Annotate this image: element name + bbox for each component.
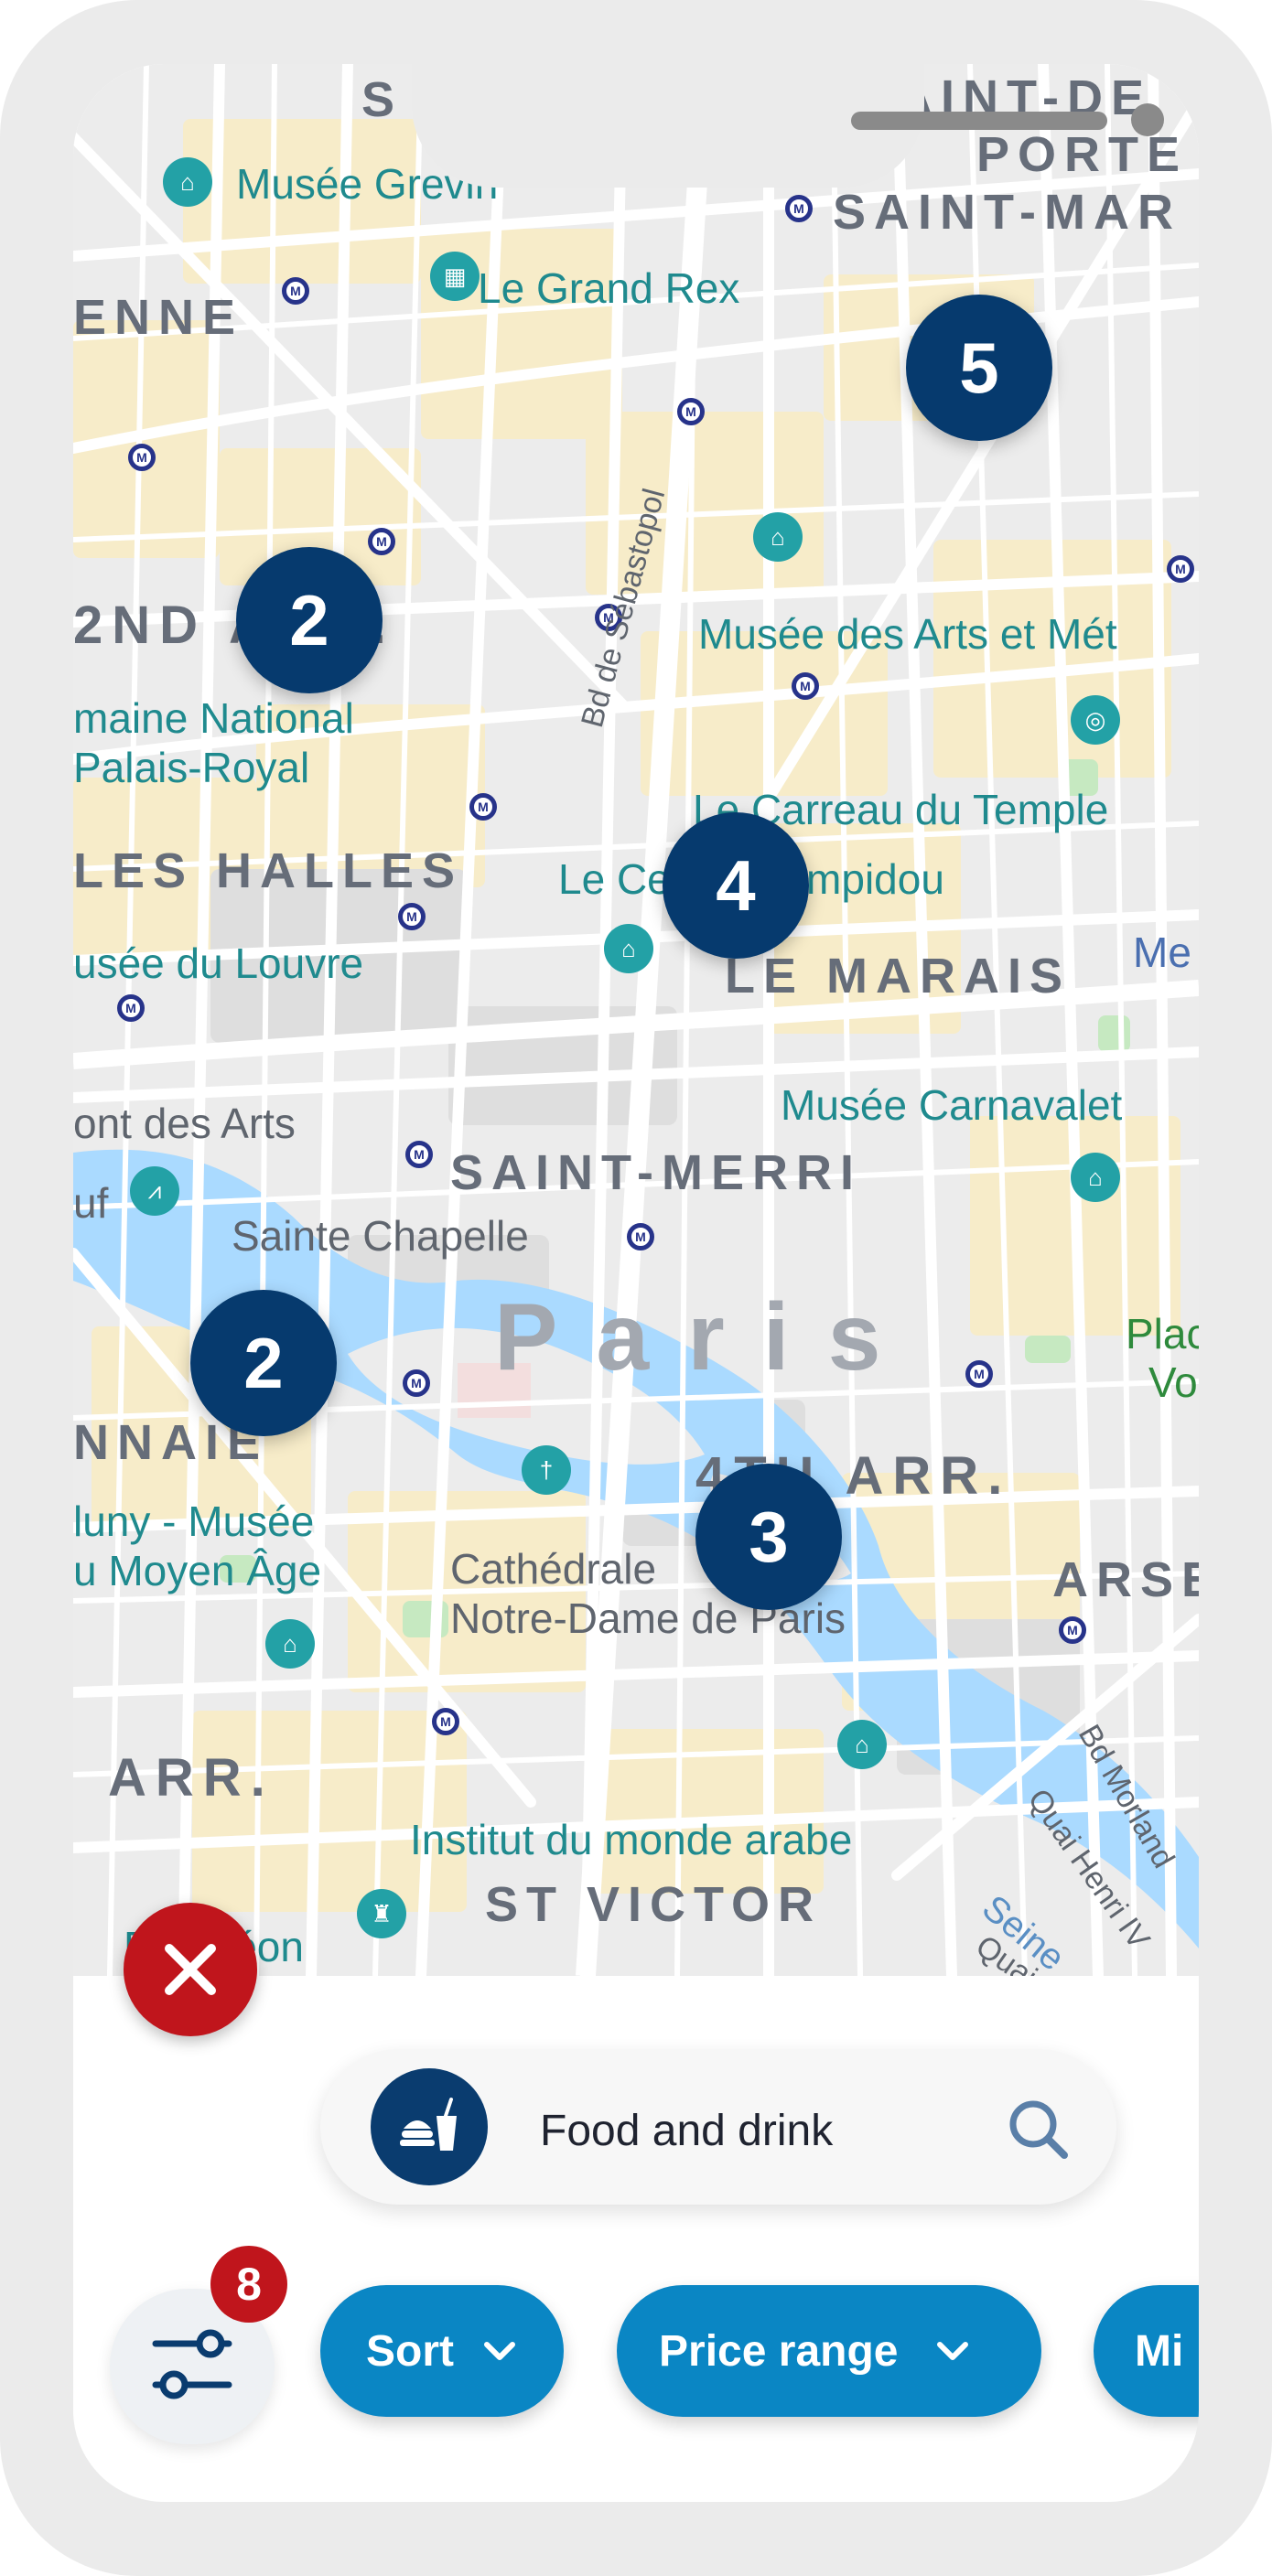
district-label: ENNE — [73, 290, 244, 345]
poi-label[interactable]: Institut du monde arabe — [410, 1819, 852, 1861]
phone-frame: ⌂ ▦ ⌂ ◎ ⌂ ⌂ ⩘ † ⌂ ⌂ ♜ M M M M M M M M M … — [0, 0, 1272, 2576]
sort-chip[interactable]: Sort — [320, 2285, 564, 2417]
metro-icon[interactable]: M — [282, 277, 309, 305]
map-cluster-marker[interactable]: 2 — [236, 547, 383, 693]
poi-label[interactable]: Sainte Chapelle — [232, 1215, 529, 1257]
metro-icon[interactable]: M — [117, 994, 145, 1022]
close-icon — [165, 1944, 216, 1995]
chip-label: Sort — [366, 2326, 454, 2376]
poi-label[interactable]: Vo — [1148, 1361, 1198, 1403]
map-cluster-marker[interactable]: 5 — [906, 295, 1052, 441]
metro-icon[interactable]: M — [785, 195, 813, 222]
filter-count-badge: 8 — [210, 2246, 287, 2323]
metro-icon[interactable]: M — [677, 398, 705, 425]
poi-label[interactable]: Musée Carnavalet — [781, 1084, 1122, 1126]
phone-screen: ⌂ ▦ ⌂ ◎ ⌂ ⌂ ⩘ † ⌂ ⌂ ♜ M M M M M M M M M … — [73, 64, 1199, 2502]
monument-icon[interactable]: ♜ — [357, 1889, 406, 1938]
museum-icon[interactable]: ⌂ — [604, 924, 653, 973]
food-drink-icon — [371, 2068, 488, 2185]
district-label: SAINT-MAR — [833, 185, 1181, 240]
metro-icon[interactable]: M — [965, 1360, 993, 1388]
metro-icon[interactable]: M — [792, 672, 819, 700]
poi-label[interactable]: Le Grand Rex — [478, 267, 739, 309]
city-label: Paris — [494, 1284, 920, 1390]
phone-notch — [412, 64, 1164, 188]
price-range-chip[interactable]: Price range — [617, 2285, 1041, 2417]
map-cluster-marker[interactable]: 3 — [695, 1464, 842, 1610]
poi-label[interactable]: Palais-Royal — [73, 746, 309, 789]
bridge-icon[interactable]: ⩘ — [130, 1166, 179, 1216]
close-button[interactable] — [124, 1903, 257, 2036]
museum-icon[interactable]: ⌂ — [1071, 1153, 1120, 1202]
district-label: LE MARAIS — [725, 949, 1071, 1004]
metro-icon[interactable]: M — [627, 1223, 654, 1250]
poi-label[interactable]: Cathédrale — [450, 1548, 656, 1590]
poi-label[interactable]: Plac — [1126, 1313, 1199, 1355]
poi-label[interactable]: Me — [1133, 931, 1191, 973]
metro-icon[interactable]: M — [1167, 555, 1194, 583]
district-label: SAINT-MERRI — [450, 1145, 862, 1200]
district-label: ST VICTOR — [485, 1877, 823, 1932]
district-label: S — [361, 72, 404, 127]
category-label: Food and drink — [540, 2107, 834, 2155]
poi-label[interactable]: Musée des Arts et Mét — [698, 613, 1117, 655]
more-chip[interactable]: Mi — [1094, 2285, 1199, 2417]
category-search-bar[interactable]: Food and drink — [320, 2049, 1116, 2205]
photo-icon[interactable]: ◎ — [1071, 695, 1120, 745]
poi-label[interactable]: luny - Musée — [73, 1500, 314, 1542]
chevron-down-icon — [484, 2342, 515, 2360]
chevron-down-icon — [937, 2342, 969, 2360]
camera — [1131, 103, 1164, 136]
chip-label: Mi — [1135, 2326, 1184, 2376]
map-cluster-marker[interactable]: 2 — [190, 1290, 337, 1436]
metro-icon[interactable]: M — [469, 793, 497, 821]
map-cluster-marker[interactable]: 4 — [663, 812, 809, 959]
district-label: ARSE — [1052, 1552, 1199, 1607]
museum-icon[interactable]: ⌂ — [163, 157, 212, 207]
metro-icon[interactable]: M — [368, 528, 395, 555]
church-icon[interactable]: † — [522, 1445, 571, 1495]
search-icon[interactable] — [1002, 2093, 1075, 2166]
poi-label[interactable]: usée du Louvre — [73, 942, 363, 984]
chip-label: Price range — [659, 2326, 899, 2376]
district-label: PORTE — [976, 127, 1189, 182]
district-label: ARR. — [108, 1748, 275, 1808]
district-label: LES HALLES — [73, 843, 464, 898]
metro-icon[interactable]: M — [432, 1708, 459, 1735]
metro-icon[interactable]: M — [1059, 1616, 1086, 1644]
metro-icon[interactable]: M — [403, 1369, 430, 1397]
museum-icon[interactable]: ⌂ — [265, 1619, 315, 1669]
poi-label: uf — [73, 1179, 109, 1227]
cinema-icon[interactable]: ▦ — [430, 252, 480, 301]
poi-label[interactable]: ont des Arts — [73, 1102, 296, 1144]
metro-icon[interactable]: M — [128, 444, 156, 471]
metro-icon[interactable]: M — [398, 903, 426, 930]
metro-icon[interactable]: M — [405, 1141, 433, 1168]
map[interactable]: ⌂ ▦ ⌂ ◎ ⌂ ⌂ ⩘ † ⌂ ⌂ ♜ M M M M M M M M M … — [73, 64, 1199, 1976]
poi-label[interactable]: maine National — [73, 697, 354, 739]
museum-icon[interactable]: ⌂ — [837, 1720, 887, 1769]
speaker — [851, 112, 1107, 130]
museum-icon[interactable]: ⌂ — [753, 512, 803, 562]
poi-label[interactable]: u Moyen Âge — [73, 1550, 321, 1592]
